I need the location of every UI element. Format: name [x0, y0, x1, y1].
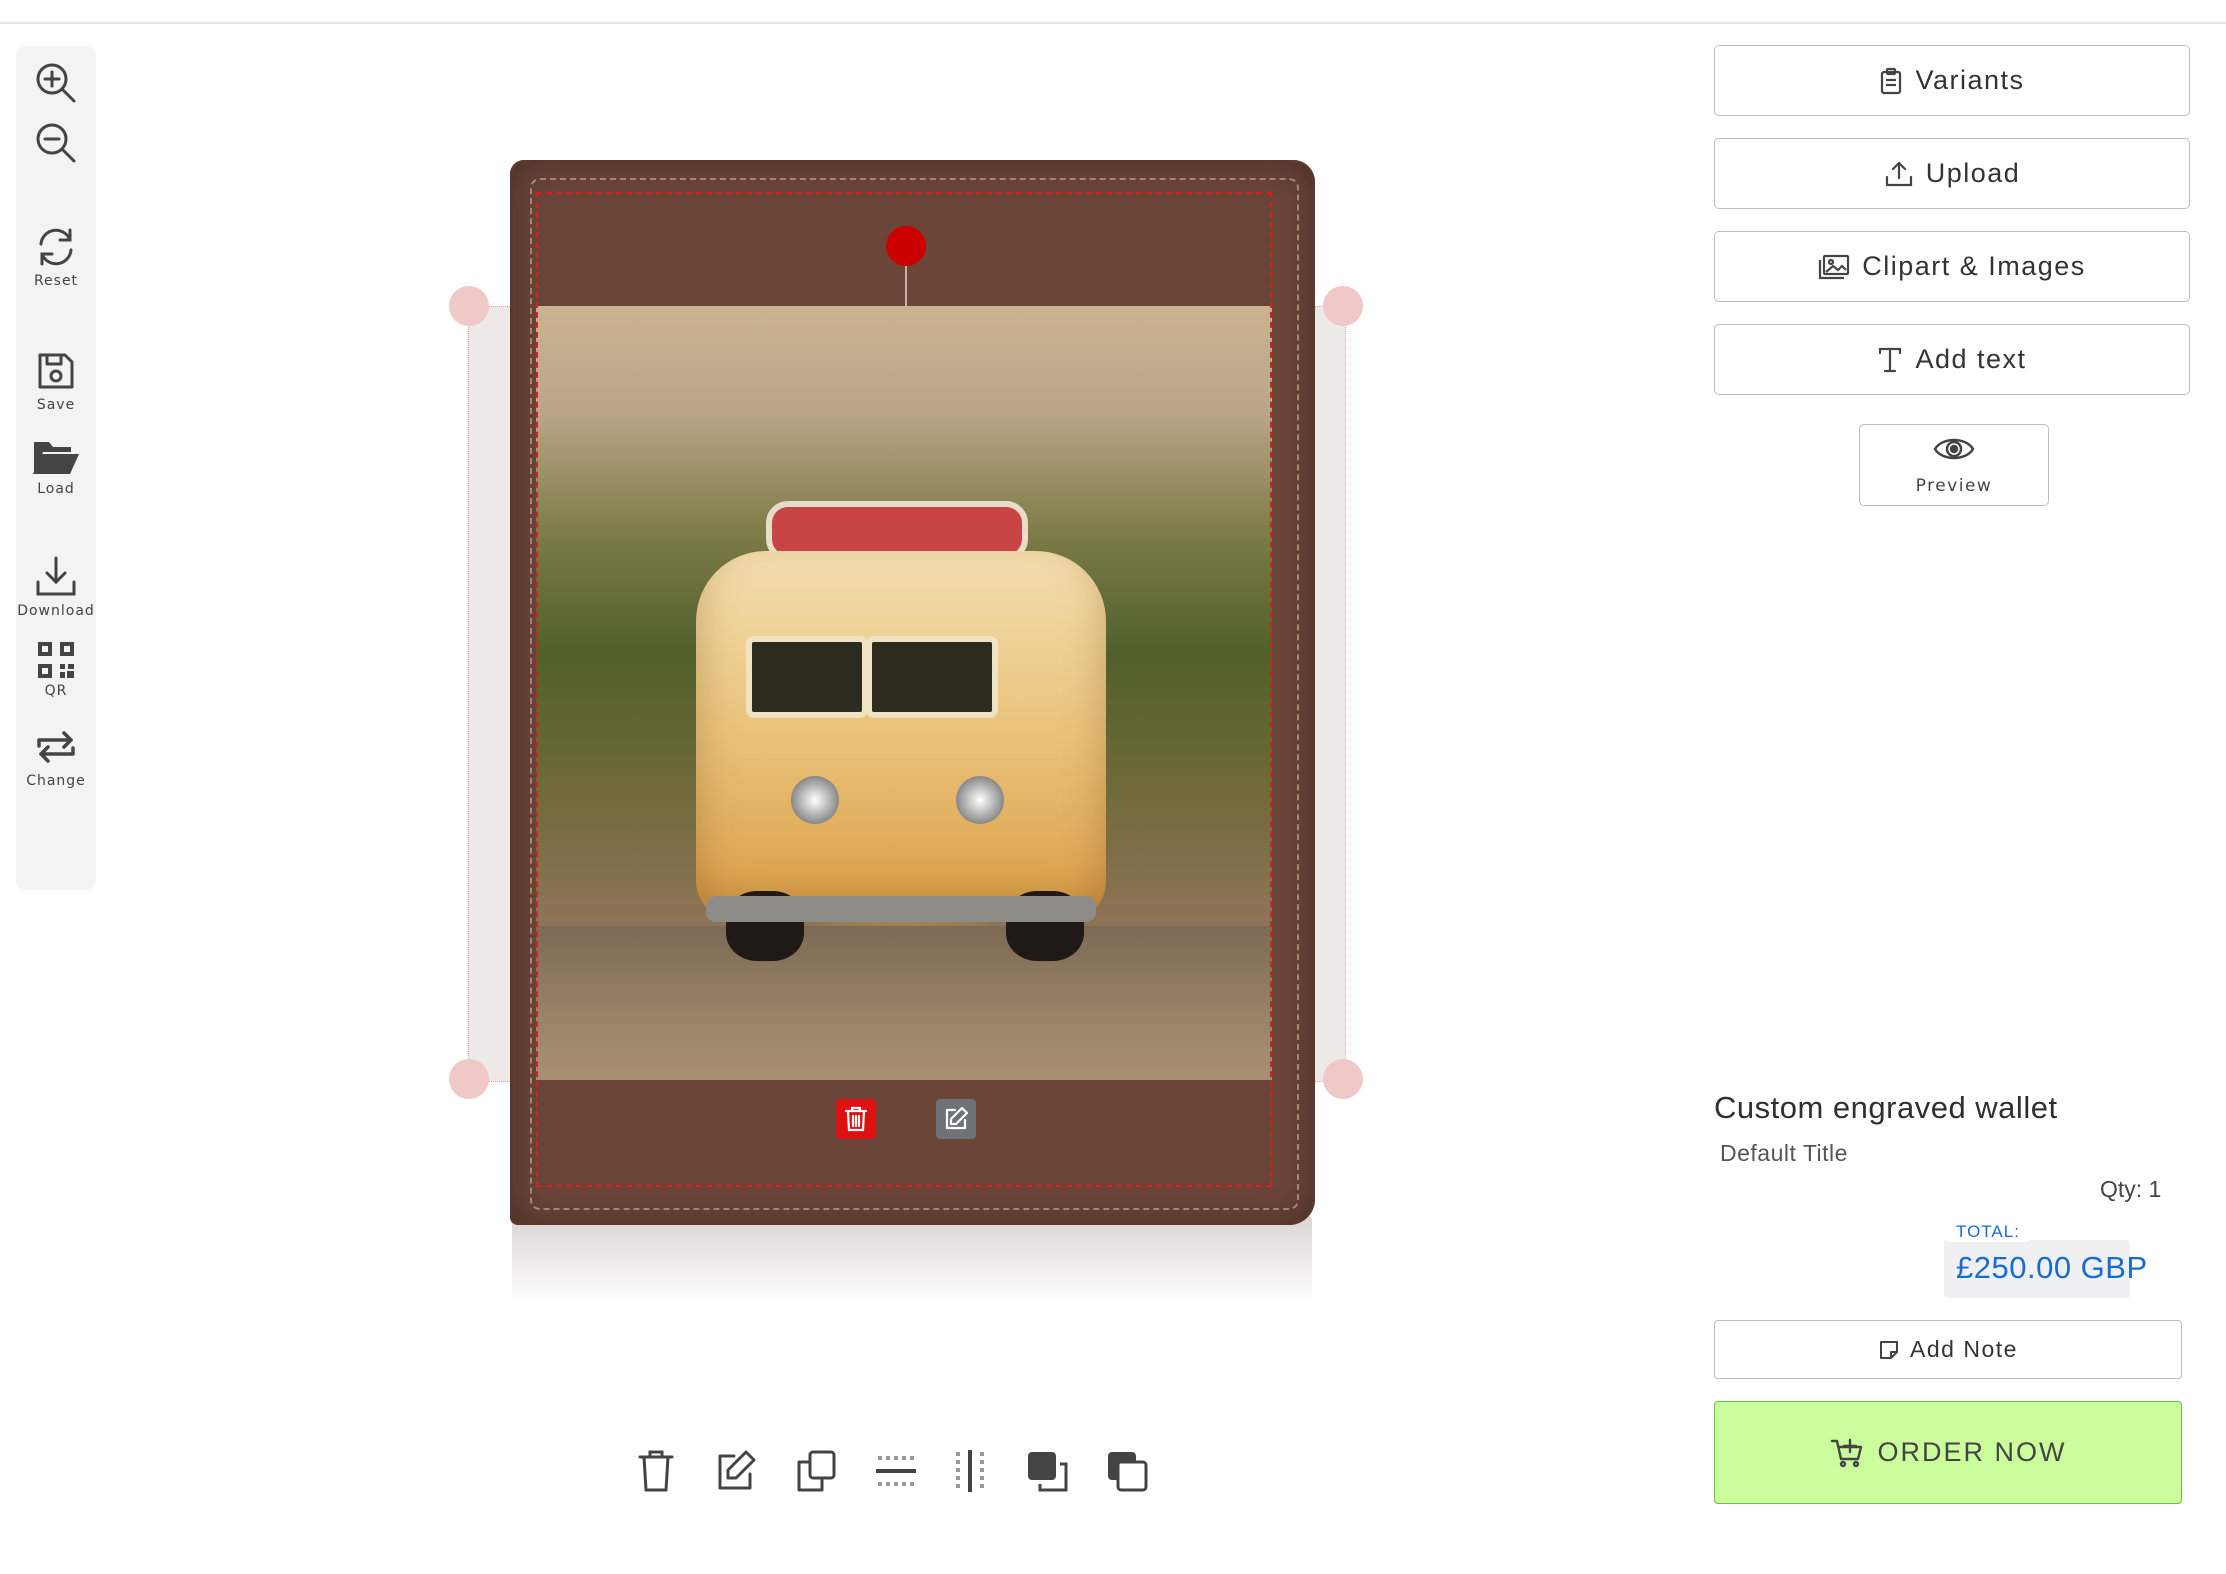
order-now-label: ORDER NOW [1877, 1437, 2067, 1467]
rotate-connector [905, 266, 907, 306]
preview-button[interactable]: Preview [1859, 424, 2049, 506]
quantity-text: Qty: 1 [2100, 1176, 2162, 1202]
resize-handle-bottom-right[interactable] [1323, 1059, 1363, 1099]
upload-label: Upload [1925, 158, 2021, 188]
upload-icon [1885, 160, 1912, 186]
qr-label: QR [44, 683, 68, 699]
add-note-label: Add Note [1910, 1336, 2018, 1362]
bring-forward-tool[interactable] [1024, 1448, 1070, 1498]
duplicate-tool[interactable] [794, 1448, 838, 1498]
align-vertical-center-tool[interactable] [948, 1448, 992, 1498]
load-button[interactable]: Load [16, 434, 96, 497]
delete-object-button[interactable] [836, 1099, 876, 1139]
reset-button[interactable]: Reset [16, 224, 96, 289]
reset-label: Reset [33, 273, 79, 289]
order-now-button[interactable]: ORDER NOW [1714, 1401, 2182, 1504]
note-icon [1880, 1340, 1899, 1359]
print-safe-area [536, 192, 1272, 1187]
rotate-handle[interactable] [886, 226, 926, 266]
clipart-images-button[interactable]: Clipart & Images [1714, 231, 2190, 302]
total-price: £250.00 GBP [1956, 1250, 2148, 1285]
duplicate-icon [797, 1450, 836, 1492]
change-button[interactable]: Change [16, 724, 96, 789]
zoom-out-button[interactable] [16, 120, 96, 166]
bring-forward-icon [1028, 1452, 1068, 1492]
align-vertical-center-icon [956, 1450, 984, 1492]
align-horizontal-center-tool[interactable] [874, 1448, 918, 1498]
align-horizontal-center-icon [876, 1456, 916, 1486]
qr-code-icon [38, 642, 74, 678]
clipboard-icon [1881, 67, 1902, 94]
text-icon [1879, 347, 1902, 372]
swap-icon [37, 731, 75, 763]
edit-icon [718, 1450, 756, 1490]
load-label: Load [37, 481, 75, 497]
zoom-in-icon [36, 63, 76, 103]
variants-label: Variants [1915, 65, 2025, 95]
zoom-out-icon [36, 123, 76, 163]
edit-icon [945, 1106, 969, 1130]
change-label: Change [26, 773, 86, 789]
product-title: Custom engraved wallet [1714, 1090, 2058, 1125]
trash-tool[interactable] [636, 1448, 676, 1498]
wallet-reflection [512, 1215, 1312, 1305]
qr-button[interactable]: QR [16, 640, 96, 699]
trash-icon [638, 1450, 674, 1492]
resize-handle-top-left[interactable] [449, 286, 489, 326]
top-divider [0, 22, 2226, 24]
trash-icon [844, 1106, 868, 1132]
add-text-label: Add text [1915, 344, 2027, 374]
save-button[interactable]: Save [16, 348, 96, 413]
images-icon [1819, 254, 1850, 279]
download-label: Download [17, 603, 95, 619]
add-note-button[interactable]: Add Note [1714, 1320, 2182, 1379]
reset-icon [39, 228, 73, 266]
cart-add-icon [1830, 1438, 1862, 1467]
edit-tool[interactable] [714, 1448, 758, 1498]
upload-button[interactable]: Upload [1714, 138, 2190, 209]
save-label: Save [36, 397, 76, 413]
preview-label: Preview [1915, 476, 1993, 496]
send-backward-tool[interactable] [1104, 1448, 1150, 1498]
edit-object-button[interactable] [936, 1099, 976, 1139]
variant-name: Default Title [1720, 1140, 1848, 1166]
folder-open-icon [33, 442, 79, 474]
add-text-button[interactable]: Add text [1714, 324, 2190, 395]
variants-button[interactable]: Variants [1714, 45, 2190, 116]
download-button[interactable]: Download [16, 554, 96, 619]
clipart-label: Clipart & Images [1862, 251, 2086, 281]
zoom-in-button[interactable] [16, 60, 96, 106]
total-label: TOTAL: [1946, 1222, 2030, 1242]
download-icon [36, 556, 76, 596]
left-toolbar: Reset Save Load Download QR Change [16, 46, 96, 890]
send-backward-icon [1108, 1452, 1148, 1492]
resize-handle-top-right[interactable] [1323, 286, 1363, 326]
eye-icon [1933, 438, 1975, 460]
save-icon [38, 353, 74, 389]
resize-handle-bottom-left[interactable] [449, 1059, 489, 1099]
